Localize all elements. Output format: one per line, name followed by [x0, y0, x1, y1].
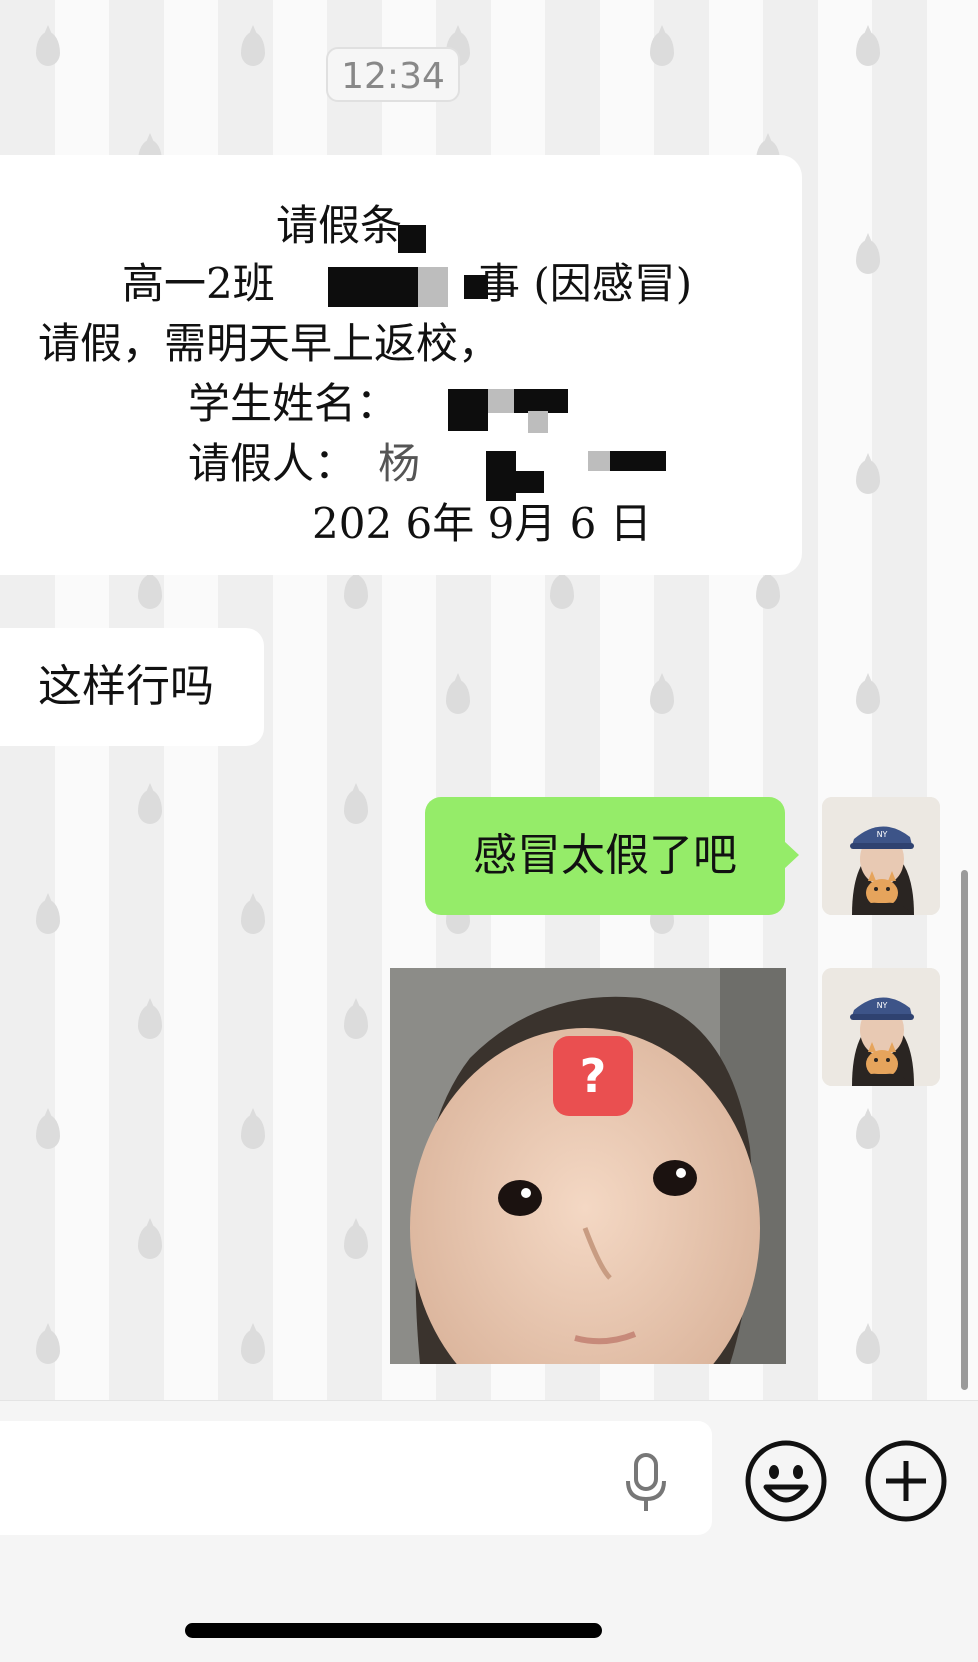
redaction-block — [528, 411, 548, 433]
redaction-block — [464, 275, 488, 299]
redaction-block — [610, 451, 666, 471]
avatar-photo: NY — [822, 797, 940, 915]
smiley-icon[interactable] — [744, 1439, 828, 1523]
droplet-decoration — [856, 1330, 880, 1364]
leave-note-return: 请假，需明天早上返校， — [38, 319, 501, 368]
baby-face-sticker — [390, 968, 786, 1364]
redaction-block — [418, 267, 448, 307]
droplet-decoration — [344, 790, 368, 824]
droplet-decoration — [856, 460, 880, 494]
droplet-decoration — [138, 575, 162, 609]
leave-note-message-bubble[interactable]: 请假条 高一2班 事 (因感冒) 请假，需明天早上返校， 学生姓名： 请假人： … — [0, 155, 802, 575]
droplet-decoration — [344, 1225, 368, 1259]
droplet-decoration — [856, 32, 880, 66]
droplet-decoration — [138, 790, 162, 824]
droplet-decoration — [138, 1005, 162, 1039]
svg-text:NY: NY — [877, 830, 888, 839]
leave-note-reason: 事 (因感冒) — [478, 259, 693, 308]
droplet-decoration — [856, 680, 880, 714]
droplet-decoration — [756, 575, 780, 609]
incoming-message-bubble[interactable]: 这样行吗 — [0, 628, 264, 746]
droplet-decoration — [241, 32, 265, 66]
droplet-decoration — [36, 32, 60, 66]
user-avatar[interactable]: NY — [822, 968, 940, 1086]
redaction-block — [588, 451, 610, 471]
avatar-photo: NY — [822, 968, 940, 1086]
droplet-decoration — [856, 240, 880, 274]
redaction-block — [486, 451, 516, 501]
redaction-block — [398, 225, 426, 253]
redaction-block — [488, 389, 514, 413]
droplet-decoration — [856, 1115, 880, 1149]
droplet-decoration — [650, 680, 674, 714]
droplet-decoration — [344, 575, 368, 609]
droplet-decoration — [446, 680, 470, 714]
chat-background: 12:34 请假条 高一2班 事 (因感冒) 请假，需明天早上返校， 学生姓名：… — [0, 0, 978, 1400]
sticker-image[interactable]: ? — [390, 968, 786, 1364]
redaction-block — [514, 389, 568, 413]
leave-note-title: 请假条 — [276, 201, 403, 250]
droplet-decoration — [241, 900, 265, 934]
leave-note-student-label: 学生姓名： — [188, 379, 399, 428]
droplet-decoration — [344, 1005, 368, 1039]
input-bar — [0, 1400, 978, 1662]
droplet-decoration — [550, 575, 574, 609]
droplet-decoration — [650, 32, 674, 66]
droplet-decoration — [241, 1330, 265, 1364]
droplet-decoration — [36, 900, 60, 934]
leave-note-class: 高一2班 — [122, 259, 275, 308]
leave-note-date: 202 6年 9月 6 日 — [312, 499, 652, 548]
redaction-block — [516, 471, 544, 493]
redaction-block — [328, 267, 428, 307]
message-timestamp: 12:34 — [326, 47, 460, 102]
plus-circle-icon[interactable] — [864, 1439, 948, 1523]
droplet-decoration — [241, 1115, 265, 1149]
leave-note-requester-partial: 杨 — [378, 439, 421, 488]
outgoing-message-bubble[interactable]: 感冒太假了吧 — [425, 797, 799, 915]
microphone-icon[interactable] — [624, 1453, 668, 1513]
user-avatar[interactable]: NY — [822, 797, 940, 915]
scrollbar[interactable] — [961, 870, 968, 1390]
redaction-block — [448, 389, 488, 431]
message-input-field[interactable] — [0, 1421, 712, 1535]
droplet-decoration — [138, 1225, 162, 1259]
leave-note-requester-label: 请假人： — [188, 439, 357, 488]
question-badge-label: ? — [579, 1049, 607, 1103]
droplet-decoration — [36, 1330, 60, 1364]
home-indicator[interactable] — [185, 1623, 602, 1638]
droplet-decoration — [36, 1115, 60, 1149]
svg-text:NY: NY — [877, 1001, 888, 1010]
